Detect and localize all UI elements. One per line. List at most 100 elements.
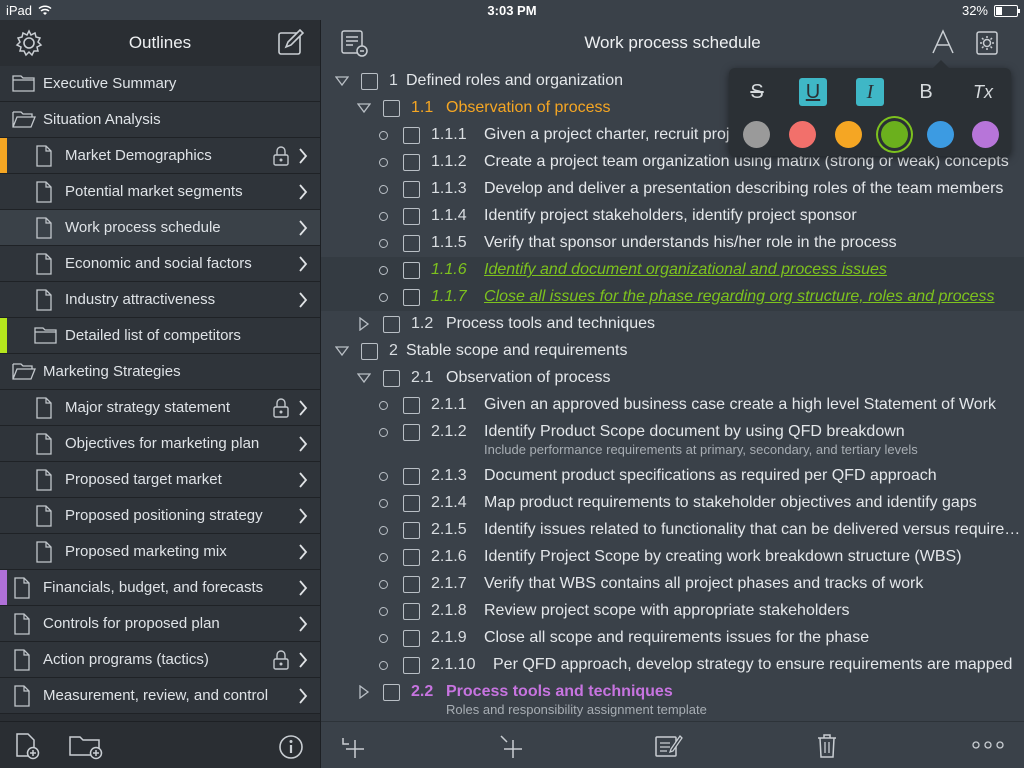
sidebar-item[interactable]: Controls for proposed plan — [0, 606, 320, 642]
checkbox[interactable] — [403, 397, 420, 414]
chevron-right-icon[interactable] — [298, 147, 308, 165]
row-text[interactable]: Identify project stakeholders, identify … — [484, 207, 857, 225]
outline-row[interactable]: 1.1.3 Develop and deliver a presentation … — [321, 176, 1024, 203]
chevron-right-icon[interactable] — [298, 507, 308, 525]
sidebar-item[interactable]: Potential market segments — [0, 174, 320, 210]
trash-icon[interactable] — [815, 732, 839, 760]
outline-row[interactable]: 1.1.4 Identify project stakeholders, iden… — [321, 203, 1024, 230]
sidebar-item[interactable]: Industry attractiveness — [0, 282, 320, 318]
checkbox[interactable] — [403, 262, 420, 279]
row-text[interactable]: Identify and document organizational and… — [484, 261, 887, 279]
chevron-right-icon[interactable] — [298, 291, 308, 309]
disclosure-chevron[interactable] — [298, 471, 308, 493]
row-text[interactable]: Identify Project Scope by creating work … — [484, 548, 962, 566]
sidebar-item[interactable]: Proposed positioning strategy — [0, 498, 320, 534]
checkbox[interactable] — [403, 424, 420, 441]
clear-format-button[interactable]: Tx — [969, 78, 997, 106]
checkbox[interactable] — [403, 235, 420, 252]
sidebar-item[interactable]: Measurement, review, and control — [0, 678, 320, 714]
font-icon[interactable] — [929, 28, 957, 56]
row-text[interactable]: Process tools and techniques — [446, 315, 655, 333]
chevron-right-icon[interactable] — [298, 615, 308, 633]
sidebar-item[interactable]: Executive Summary — [0, 66, 320, 102]
collapse-triangle-icon[interactable] — [356, 101, 372, 115]
checkbox[interactable] — [403, 522, 420, 539]
compose-icon[interactable] — [276, 28, 306, 58]
chevron-right-icon[interactable] — [298, 435, 308, 453]
outline-row[interactable]: 2.1.10 Per QFD approach, develop strategy… — [321, 652, 1024, 679]
new-document-icon[interactable] — [14, 732, 40, 760]
chevron-right-icon[interactable] — [298, 687, 308, 705]
disclosure-triangle[interactable] — [356, 371, 372, 390]
row-text[interactable]: Close all scope and requirements issues … — [484, 629, 869, 647]
checkbox[interactable] — [403, 549, 420, 566]
bold-button[interactable]: B — [912, 78, 940, 106]
disclosure-chevron[interactable] — [298, 255, 308, 277]
row-text[interactable]: Verify that sponsor understands his/her … — [484, 234, 897, 252]
more-icon[interactable] — [971, 740, 1005, 750]
sidebar-item[interactable]: Situation Analysis — [0, 102, 320, 138]
disclosure-chevron[interactable] — [298, 507, 308, 529]
disclosure-triangle[interactable] — [334, 344, 350, 363]
row-text[interactable]: Stable scope and requirements — [406, 342, 627, 360]
chevron-right-icon[interactable] — [298, 183, 308, 201]
checkbox[interactable] — [403, 208, 420, 225]
disclosure-chevron[interactable] — [298, 543, 308, 565]
outline-row[interactable]: 2.1.1 Given an approved business case cre… — [321, 392, 1024, 419]
color-swatch[interactable] — [743, 121, 770, 148]
disclosure-triangle[interactable] — [356, 101, 372, 120]
settings-gear-icon[interactable] — [973, 28, 1003, 58]
add-child-icon[interactable] — [497, 732, 525, 760]
disclosure-chevron[interactable] — [298, 291, 308, 313]
checkbox[interactable] — [403, 657, 420, 674]
row-text[interactable]: Identify issues related to functionality… — [484, 521, 1020, 539]
info-icon[interactable] — [278, 734, 304, 760]
expand-triangle-icon[interactable] — [357, 684, 371, 700]
sidebar-item[interactable]: Work process schedule — [0, 210, 320, 246]
outline-row[interactable]: 1.1.5 Verify that sponsor understands his… — [321, 230, 1024, 257]
collapse-triangle-icon[interactable] — [334, 344, 350, 358]
row-text[interactable]: Develop and deliver a presentation descr… — [484, 180, 1003, 198]
new-folder-icon[interactable] — [68, 732, 104, 760]
sidebar-item[interactable]: Proposed target market — [0, 462, 320, 498]
checkbox[interactable] — [383, 100, 400, 117]
add-sibling-icon[interactable] — [339, 732, 367, 760]
disclosure-chevron[interactable] — [298, 687, 308, 709]
chevron-right-icon[interactable] — [298, 579, 308, 597]
chevron-right-icon[interactable] — [298, 543, 308, 561]
checkbox[interactable] — [403, 289, 420, 306]
chevron-right-icon[interactable] — [298, 651, 308, 669]
sidebar-item[interactable]: Financials, budget, and forecasts — [0, 570, 320, 606]
row-text[interactable]: Document product specifications as requi… — [484, 467, 937, 485]
sidebar-item[interactable]: Action programs (tactics) — [0, 642, 320, 678]
row-text[interactable]: Close all issues for the phase regarding… — [484, 288, 994, 306]
color-swatch[interactable] — [835, 121, 862, 148]
row-text[interactable]: Identify Product Scope document by using… — [484, 423, 905, 441]
color-swatch[interactable] — [927, 121, 954, 148]
checkbox[interactable] — [383, 316, 400, 333]
row-text[interactable]: Map product requirements to stakeholder … — [484, 494, 977, 512]
row-text[interactable]: Verify that WBS contains all project pha… — [484, 575, 923, 593]
disclosure-chevron[interactable] — [298, 219, 308, 241]
disclosure-chevron[interactable] — [298, 579, 308, 601]
outline-row[interactable]: 2.1 Observation of process — [321, 365, 1024, 392]
checkbox[interactable] — [383, 684, 400, 701]
sidebar-item[interactable]: Marketing Strategies — [0, 354, 320, 390]
color-swatch[interactable] — [881, 121, 908, 148]
outline-row[interactable]: 1.2 Process tools and techniques — [321, 311, 1024, 338]
disclosure-triangle[interactable] — [334, 74, 350, 93]
checkbox[interactable] — [361, 343, 378, 360]
checkbox[interactable] — [403, 181, 420, 198]
disclosure-triangle[interactable] — [357, 684, 371, 704]
chevron-right-icon[interactable] — [298, 219, 308, 237]
sidebar-item[interactable]: Objectives for marketing plan — [0, 426, 320, 462]
row-text[interactable]: Observation of process — [446, 99, 611, 117]
sidebar-item[interactable]: Economic and social factors — [0, 246, 320, 282]
outline-row[interactable]: 2.2 Process tools and techniques Roles and… — [321, 679, 1024, 723]
outline-row[interactable]: 2.1.2 Identify Product Scope document by … — [321, 419, 1024, 463]
row-text[interactable]: Given an approved business case create a… — [484, 396, 996, 414]
chevron-right-icon[interactable] — [298, 399, 308, 417]
disclosure-chevron[interactable] — [298, 399, 308, 421]
notes-icon[interactable] — [653, 732, 683, 760]
outline-row[interactable]: 1.1.7 Close all issues for the phase rega… — [321, 284, 1024, 311]
